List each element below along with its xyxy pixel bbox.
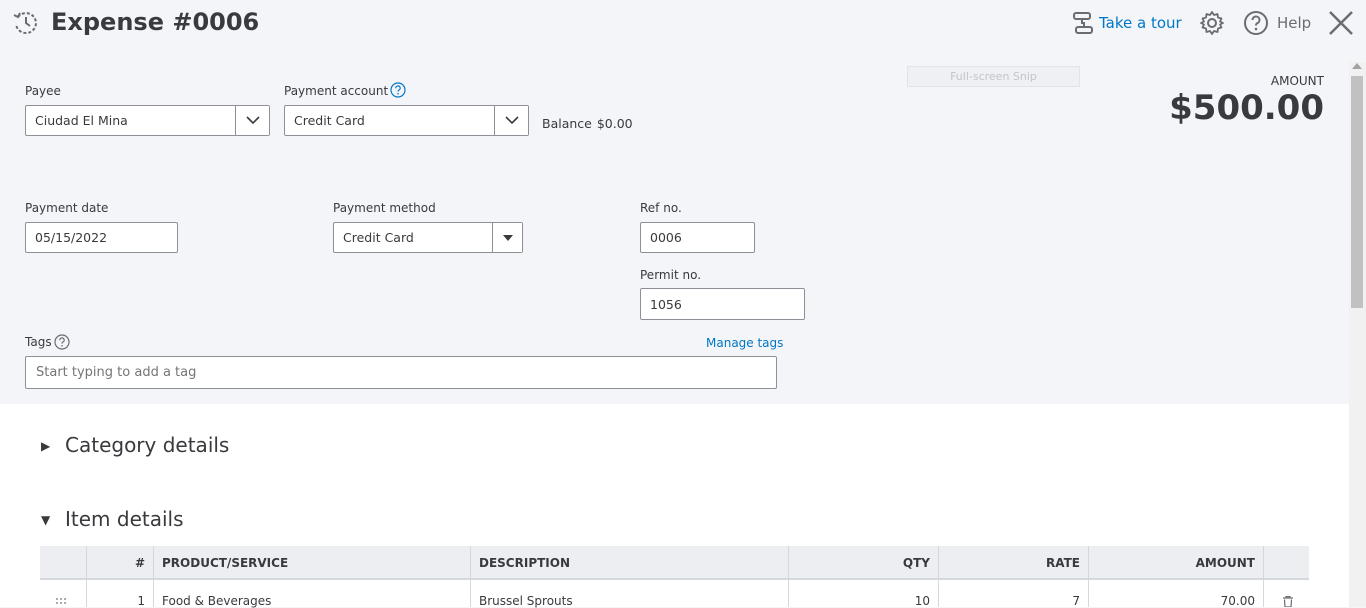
tags-help-icon[interactable]: [54, 334, 70, 350]
ref-no-input[interactable]: 0006: [640, 222, 755, 253]
payment-account-value: Credit Card: [294, 113, 365, 128]
category-details-title[interactable]: Category details: [65, 433, 229, 457]
payment-account-label: Payment account: [284, 84, 389, 98]
balance-value: $0.00: [596, 116, 633, 131]
payment-date-label: Payment date: [25, 201, 109, 215]
item-details-toggle[interactable]: ▼: [41, 513, 50, 527]
caret-down-icon: [502, 234, 513, 241]
header: Expense #0006 Take a tour Help: [0, 0, 1366, 50]
balance-label: Balance: [542, 116, 592, 131]
col-header-rate: RATE: [1046, 556, 1080, 570]
permit-no-label: Permit no.: [640, 268, 702, 282]
tags-input[interactable]: [26, 357, 776, 388]
item-details-table: # PRODUCT/SERVICE DESCRIPTION QTY RATE A…: [40, 546, 1309, 608]
row-description[interactable]: Brussel Sprouts: [479, 594, 573, 608]
ref-no-value: 0006: [650, 230, 682, 245]
payment-method-select[interactable]: Credit Card: [333, 222, 523, 253]
page-title: Expense #0006: [51, 8, 260, 36]
chevron-down-icon: [504, 116, 519, 125]
manage-tags-link[interactable]: Manage tags: [706, 336, 783, 350]
permit-no-input[interactable]: 1056: [640, 288, 805, 320]
item-details-title[interactable]: Item details: [65, 507, 184, 531]
recent-transactions-icon[interactable]: [12, 9, 40, 37]
close-icon[interactable]: [1328, 10, 1354, 36]
row-product[interactable]: Food & Beverages: [162, 594, 271, 608]
payment-account-select[interactable]: Credit Card: [284, 105, 529, 136]
full-screen-snip-overlay[interactable]: Full-screen Snip: [907, 66, 1080, 87]
balance: Balance $0.00: [542, 116, 633, 131]
payee-value: Ciudad El Mina: [35, 113, 128, 128]
gear-icon[interactable]: [1199, 10, 1225, 36]
col-header-qty: QTY: [902, 556, 930, 570]
tags-label: Tags: [25, 335, 52, 349]
payment-account-dropdown-button[interactable]: [494, 106, 528, 135]
amount-total: $500.00: [1169, 88, 1324, 128]
trash-icon[interactable]: [1282, 596, 1294, 607]
payment-method-label: Payment method: [333, 201, 436, 215]
drag-handle-icon[interactable]: [55, 597, 67, 605]
payment-account-help-icon[interactable]: [390, 82, 406, 98]
help-label[interactable]: Help: [1277, 14, 1311, 32]
payee-select[interactable]: Ciudad El Mina: [25, 105, 270, 136]
ref-no-label: Ref no.: [640, 201, 682, 215]
row-rate[interactable]: 7: [938, 594, 1080, 608]
payment-method-value: Credit Card: [343, 230, 414, 245]
payment-date-value: 05/15/2022: [35, 230, 108, 245]
payee-label: Payee: [25, 84, 61, 98]
payment-method-dropdown-button[interactable]: [492, 223, 522, 252]
col-header-num: #: [134, 556, 145, 570]
payee-dropdown-button[interactable]: [235, 106, 269, 135]
col-header-product: PRODUCT/SERVICE: [162, 556, 289, 570]
row-num: 1: [137, 594, 145, 608]
scrollbar-thumb[interactable]: [1351, 76, 1363, 308]
permit-no-value: 1056: [650, 296, 682, 312]
take-tour-icon[interactable]: [1071, 11, 1095, 37]
row-qty[interactable]: 10: [788, 594, 930, 608]
amount-label: AMOUNT: [1270, 74, 1324, 88]
help-icon[interactable]: [1243, 10, 1269, 36]
take-tour-link[interactable]: Take a tour: [1099, 14, 1182, 32]
col-header-description: DESCRIPTION: [479, 556, 571, 570]
col-header-amount: AMOUNT: [1195, 556, 1255, 570]
payment-date-input[interactable]: 05/15/2022: [25, 222, 178, 253]
category-details-toggle[interactable]: ▶: [41, 439, 50, 453]
row-amount[interactable]: 70.00: [1088, 594, 1255, 608]
chevron-down-icon: [245, 116, 260, 125]
scroll-up-arrow[interactable]: [1352, 63, 1362, 69]
tags-input-wrapper[interactable]: [25, 356, 777, 389]
